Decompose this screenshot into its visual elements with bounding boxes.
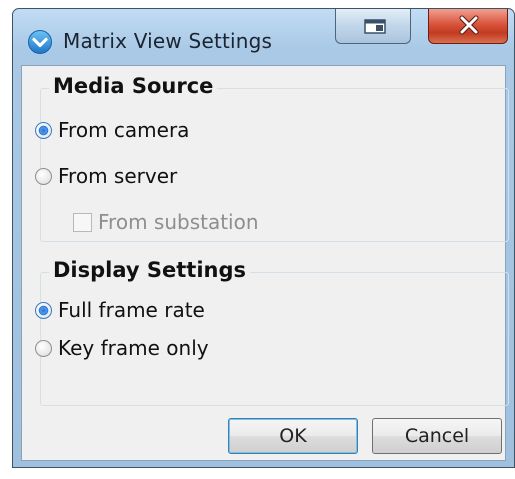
close-x-icon	[459, 15, 479, 35]
radio-button-checked[interactable]	[35, 301, 52, 319]
radio-label: Full frame rate	[58, 298, 205, 322]
checkbox-label: From substation	[98, 210, 259, 234]
restore-icon	[364, 19, 386, 34]
media-source-group: Media Source From camera From server Fro…	[35, 74, 509, 242]
radio-button[interactable]	[35, 339, 52, 357]
checkbox-from-substation: From substation	[73, 210, 259, 234]
ok-button[interactable]: OK	[228, 418, 358, 454]
display-settings-title: Display Settings	[49, 258, 251, 282]
radio-key-frame-only[interactable]: Key frame only	[35, 336, 209, 360]
radio-label: From camera	[58, 118, 190, 142]
restore-button[interactable]	[335, 9, 411, 44]
radio-button[interactable]	[35, 167, 52, 185]
window-title: Matrix View Settings	[63, 29, 273, 53]
radio-from-server[interactable]: From server	[35, 164, 177, 188]
dialog-content: Media Source From camera From server Fro…	[21, 65, 509, 461]
radio-label: Key frame only	[58, 336, 209, 360]
media-source-title: Media Source	[49, 74, 218, 98]
chevron-badge-icon	[28, 30, 52, 54]
radio-button-checked[interactable]	[35, 121, 52, 139]
display-settings-group: Display Settings Full frame rate Key fra…	[35, 258, 509, 406]
cancel-button[interactable]: Cancel	[372, 418, 502, 454]
close-button[interactable]	[428, 9, 508, 44]
radio-from-camera[interactable]: From camera	[35, 118, 189, 142]
title-bar[interactable]: Matrix View Settings	[13, 9, 514, 65]
dialog-window: Matrix View Settings Media Source From c…	[12, 8, 515, 468]
radio-label: From server	[58, 164, 178, 188]
radio-full-frame-rate[interactable]: Full frame rate	[35, 298, 205, 322]
checkbox-box	[73, 212, 92, 232]
